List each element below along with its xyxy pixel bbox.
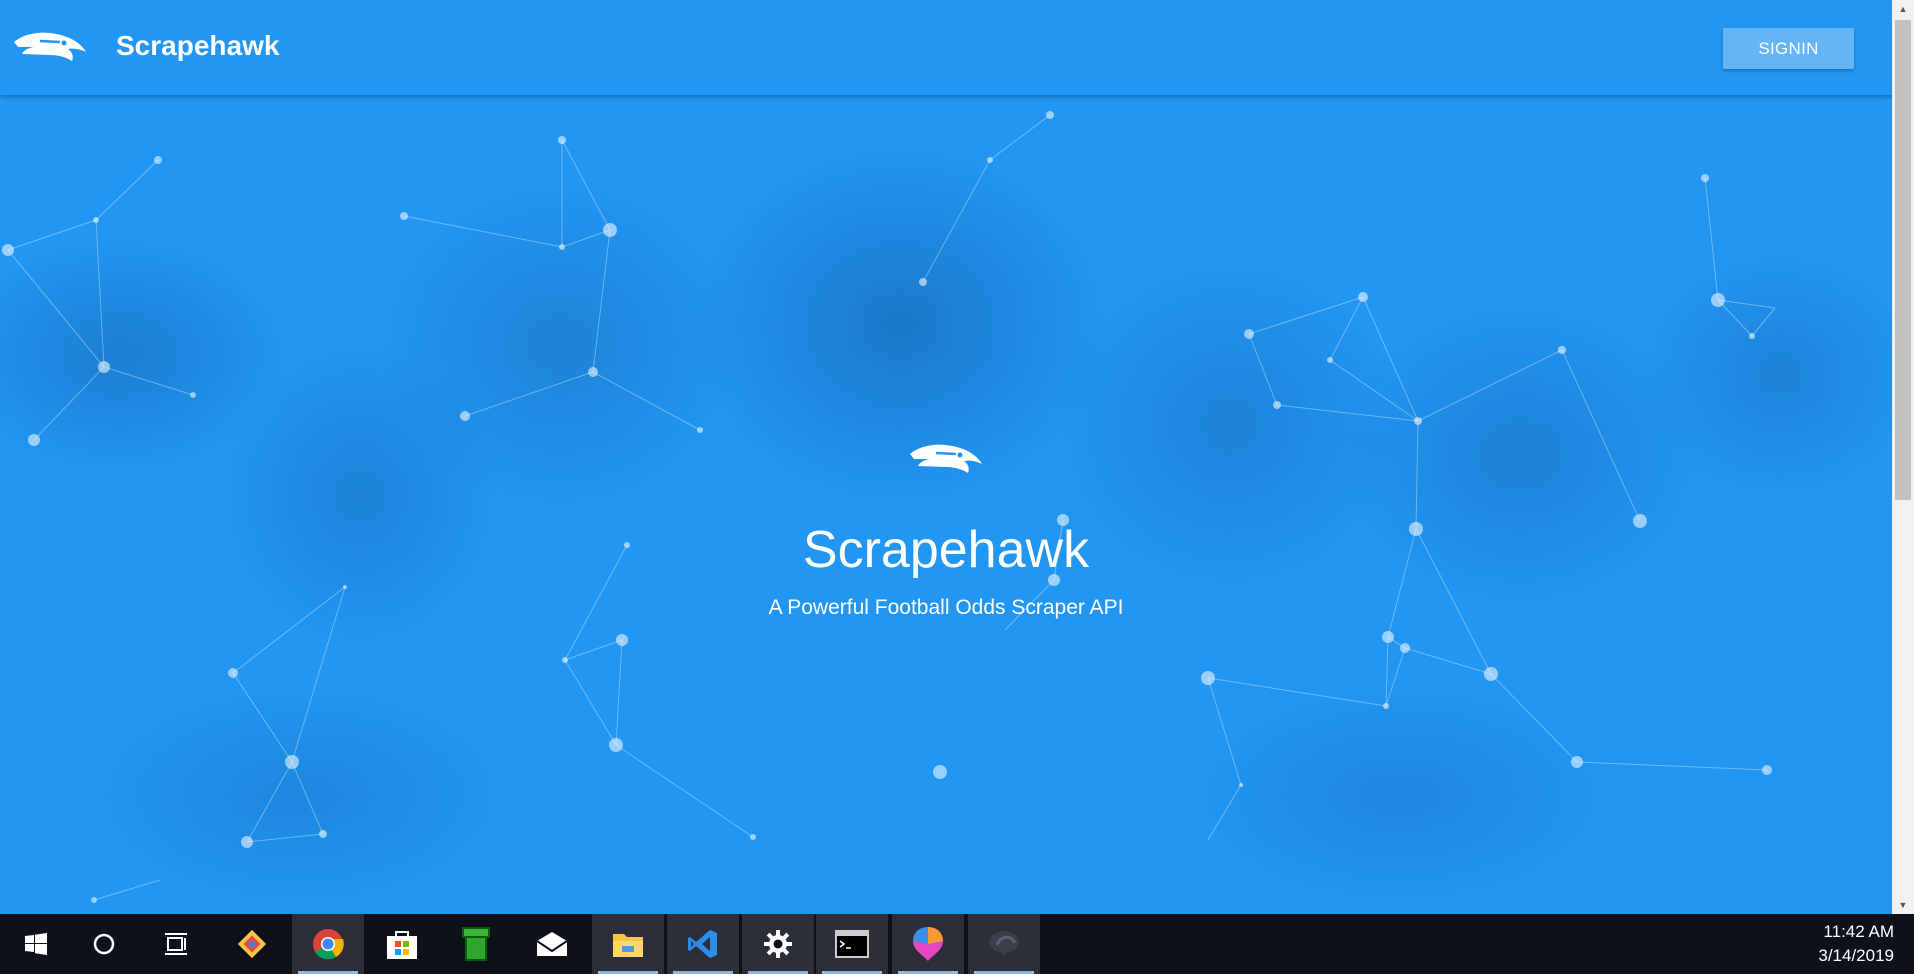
- green-pipe-app-icon[interactable]: [440, 914, 512, 974]
- scroll-down-arrow-icon[interactable]: ▼: [1892, 896, 1914, 914]
- seahawk-logo-icon: [910, 444, 982, 473]
- signin-button[interactable]: SIGNIN: [1723, 28, 1854, 69]
- hero-title: Scrapehawk: [802, 521, 1090, 579]
- taskbar-clock[interactable]: 11:42 AM 3/14/2019: [1818, 920, 1894, 968]
- seahawk-logo-icon[interactable]: [12, 28, 88, 68]
- terminal-icon[interactable]: [816, 914, 888, 974]
- task-view-icon[interactable]: [140, 914, 212, 974]
- chrome-icon[interactable]: [292, 914, 364, 974]
- navbar-title[interactable]: Scrapehawk: [116, 30, 279, 62]
- settings-gear-icon[interactable]: [742, 914, 814, 974]
- scrollbar-thumb[interactable]: [1895, 20, 1911, 500]
- paint-3d-icon[interactable]: [892, 914, 964, 974]
- mail-icon[interactable]: [516, 914, 588, 974]
- file-explorer-icon[interactable]: [592, 914, 664, 974]
- hero-section: Scrapehawk A Powerful Football Odds Scra…: [0, 440, 1892, 620]
- hero-subtitle: A Powerful Football Odds Scraper API: [768, 596, 1124, 619]
- microsoft-store-icon[interactable]: [366, 914, 438, 974]
- windows-taskbar: 11:42 AM 3/14/2019: [0, 914, 1914, 974]
- page-scrollbar[interactable]: ▲ ▼: [1892, 0, 1914, 914]
- clock-time: 11:42 AM: [1823, 922, 1894, 941]
- mongodb-compass-icon[interactable]: [968, 914, 1040, 974]
- clock-date: 3/14/2019: [1818, 946, 1894, 965]
- windows-start-icon[interactable]: [0, 914, 72, 974]
- top-navbar: Scrapehawk SIGNIN: [0, 0, 1892, 95]
- git-app-icon[interactable]: [216, 914, 288, 974]
- vscode-icon[interactable]: [667, 914, 739, 974]
- cortana-search-icon[interactable]: [68, 914, 140, 974]
- browser-viewport: Scrapehawk SIGNIN Scrapehawk A Powerful …: [0, 0, 1892, 914]
- scroll-up-arrow-icon[interactable]: ▲: [1892, 0, 1914, 18]
